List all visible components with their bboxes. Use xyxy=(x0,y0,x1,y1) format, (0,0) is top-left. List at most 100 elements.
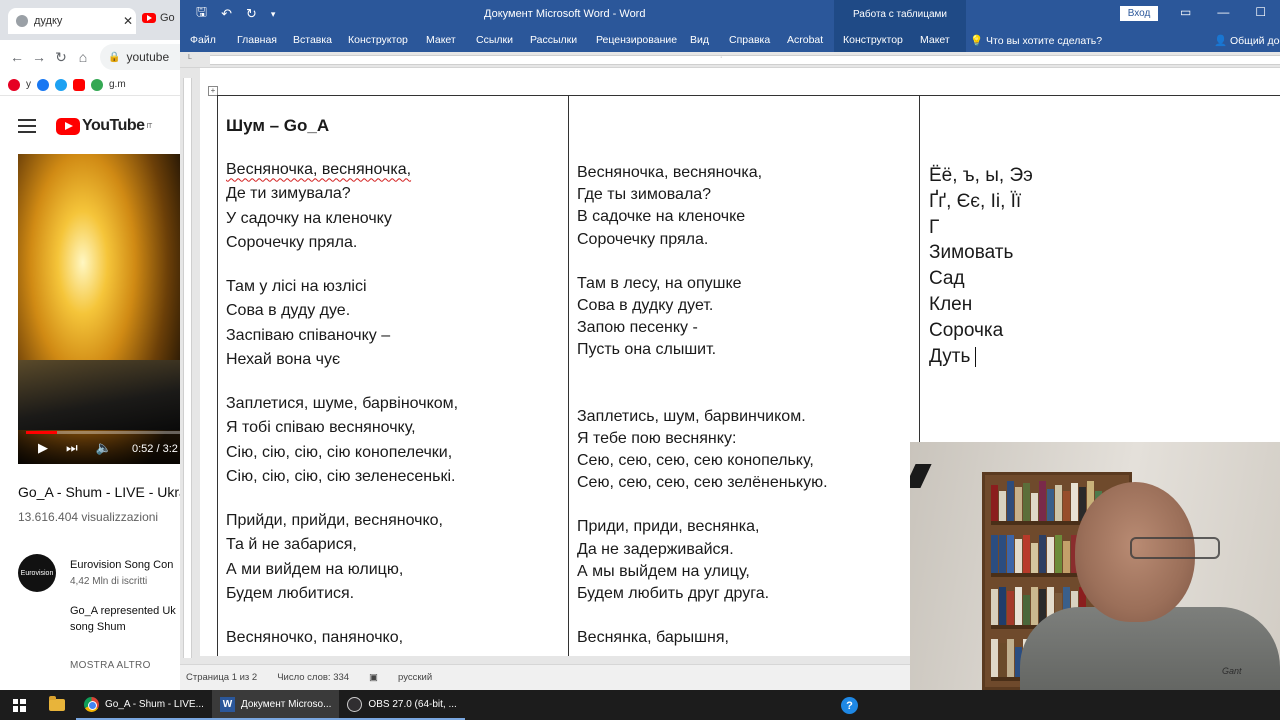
youtube-favicon-icon xyxy=(142,13,156,23)
save-icon[interactable]: 🖫 xyxy=(196,3,207,25)
ribbon-display-icon[interactable]: ▭ xyxy=(1180,5,1191,19)
lyrics-line: Веснянка, барышня, xyxy=(577,629,729,647)
page-count[interactable]: Страница 1 из 2 xyxy=(186,672,257,683)
lyrics-line: Заплетись, шум, барвинчиком. xyxy=(577,407,806,425)
video-progress-bar[interactable] xyxy=(26,431,180,434)
next-icon[interactable]: ⏭ xyxy=(66,440,78,456)
maximize-icon[interactable]: ☐ xyxy=(1255,5,1266,19)
start-button[interactable] xyxy=(0,690,38,720)
channel-name[interactable]: Eurovision Song Con xyxy=(70,559,173,571)
tab-help[interactable]: Справка xyxy=(729,34,770,46)
lyrics-line: А ми вийдем на юлицю, xyxy=(226,560,404,578)
table-cell-notes[interactable]: Ёё, ъ, ы, Ээ Ґґ, Єє, Іі, Її Г Зимовать С… xyxy=(929,163,1033,369)
tab-review[interactable]: Рецензирование xyxy=(596,34,677,46)
bookmark-label[interactable]: у xyxy=(26,79,31,90)
lyrics-line: Я тебе пою веснянку: xyxy=(577,429,737,447)
tab-acrobat[interactable]: Acrobat xyxy=(787,34,823,46)
volume-icon[interactable]: 🔈 xyxy=(96,440,112,456)
tab-home[interactable]: Главная xyxy=(237,34,277,46)
menu-icon[interactable] xyxy=(18,119,36,133)
tab-references[interactable]: Ссылки xyxy=(476,34,513,46)
notes-line: Сад xyxy=(929,268,965,290)
help-icon[interactable]: ? xyxy=(841,697,858,714)
notes-line: Зимовать xyxy=(929,242,1014,264)
notes-line: Дуть xyxy=(929,344,1033,370)
minimize-icon[interactable]: — xyxy=(1217,5,1229,19)
tab-design[interactable]: Конструктор xyxy=(348,34,408,46)
youtube-bookmark-icon[interactable] xyxy=(73,78,85,91)
login-button[interactable]: Вход xyxy=(1120,6,1158,21)
shirt-logo: Gant xyxy=(1222,666,1242,676)
youtube-logo[interactable]: YouTube IT xyxy=(56,117,152,135)
taskbar-obs[interactable]: OBS 27.0 (64-bit, ... xyxy=(339,690,465,720)
tab-file[interactable]: Файл xyxy=(190,34,216,46)
lyrics-line: Будем любитися. xyxy=(226,585,355,602)
taskbar-chrome[interactable]: Go_A - Shum - LIVE... xyxy=(76,690,212,720)
tab-insert[interactable]: Вставка xyxy=(293,34,332,46)
channel-avatar[interactable]: Eurovision xyxy=(18,554,56,592)
lightbulb-icon: 💡 xyxy=(970,35,984,47)
tab-table-layout[interactable]: Макет xyxy=(920,34,950,46)
tab-view[interactable]: Вид xyxy=(690,34,709,46)
taskbar-obs-label: OBS 27.0 (64-bit, ... xyxy=(368,698,457,710)
lyrics-line: Нехай вона чує xyxy=(226,351,341,368)
pinterest-bookmark-icon[interactable] xyxy=(8,78,20,91)
tab-layout[interactable]: Макет xyxy=(426,34,456,46)
browser-tab-search[interactable]: дудку ✕ xyxy=(8,8,136,34)
play-icon[interactable]: ▶ xyxy=(38,440,48,456)
video-time: 0:52 / 3:2 xyxy=(132,443,178,455)
home-icon[interactable]: ⌂ xyxy=(72,49,94,65)
undo-icon[interactable]: ↶ xyxy=(221,6,232,22)
word-count[interactable]: Число слов: 334 xyxy=(277,672,349,683)
table-cell-russian[interactable]: Весняночка, весняночка, Где ты зимовала?… xyxy=(577,162,828,649)
show-more-button[interactable]: MOSTRA ALTRO xyxy=(70,660,151,671)
lyrics-line: Там у лісі на юзлісі xyxy=(226,277,367,295)
browser-tab-label: Go xyxy=(160,12,175,24)
lyrics-line: У садочку на кленочку xyxy=(226,209,392,227)
tab-mailings[interactable]: Рассылки xyxy=(530,34,577,46)
twitter-bookmark-icon[interactable] xyxy=(55,78,67,91)
lyrics-line: Я тобі співаю весняночку, xyxy=(226,419,416,436)
tell-me-box[interactable]: 💡 Что вы хотите сделать? xyxy=(970,34,1102,47)
lyrics-line: Да не задерживайся. xyxy=(577,540,734,558)
language[interactable]: русский xyxy=(398,672,432,683)
maps-bookmark-icon[interactable] xyxy=(91,78,103,91)
table-tools-group-label: Работа с таблицами xyxy=(834,0,966,28)
youtube-play-logo-icon xyxy=(56,117,80,135)
vertical-ruler[interactable] xyxy=(180,68,194,664)
taskbar-word[interactable]: W Документ Microso... xyxy=(211,690,340,720)
file-explorer-button[interactable] xyxy=(38,690,76,720)
lyrics-line: Будем любить друг друга. xyxy=(577,585,770,603)
share-button[interactable]: 👤 Общий дос xyxy=(1214,34,1280,47)
window-controls: ▭ — ☐ xyxy=(1180,5,1266,19)
horizontal-ruler[interactable]: L · xyxy=(180,52,1280,68)
lyrics-line: А мы выйдем на улицу, xyxy=(577,562,750,580)
bookmarks-bar: у g.m xyxy=(0,74,180,96)
glasses xyxy=(1130,537,1220,559)
address-bar[interactable]: 🔒 youtube xyxy=(100,44,180,70)
text-cursor xyxy=(975,346,977,367)
reload-icon[interactable]: ↻ xyxy=(50,49,72,66)
address-text: youtube xyxy=(126,50,170,64)
customize-qat-icon[interactable]: ▾ xyxy=(271,9,276,20)
tab-table-design[interactable]: Конструктор xyxy=(843,34,903,46)
lyrics-line: Заплетися, шуме, барвіночком, xyxy=(226,394,459,412)
close-tab-icon[interactable]: ✕ xyxy=(120,14,136,28)
table-cell-ukrainian[interactable]: Шум – Go_A Весняночка, весняночка, Де ти… xyxy=(226,114,458,650)
video-player[interactable]: ▶ ⏭ 🔈 0:52 / 3:2 xyxy=(18,154,180,464)
redo-icon[interactable]: ↻ xyxy=(246,6,257,22)
word-icon: W xyxy=(219,696,235,712)
browser-tab-youtube[interactable]: Go xyxy=(142,12,175,24)
bookmark-label[interactable]: g.m xyxy=(109,79,126,90)
forward-arrow-icon[interactable]: → xyxy=(28,49,50,65)
video-views: 13.616.404 visualizzazioni xyxy=(18,510,159,524)
lyrics-line: Сію, сію, сію, сію зеленесенькі. xyxy=(226,468,456,485)
windows-logo-icon xyxy=(12,698,26,712)
proofing-icon[interactable]: ▣ xyxy=(369,672,378,683)
lyrics-line: Приди, приди, веснянка, xyxy=(577,518,760,536)
lyrics-line: Заспіваю співаночку – xyxy=(226,326,391,344)
back-arrow-icon[interactable]: ← xyxy=(6,49,28,65)
facebook-bookmark-icon[interactable] xyxy=(37,78,49,91)
ribbon-tabs: Файл Главная Вставка Конструктор Макет С… xyxy=(180,28,1280,52)
quick-access-toolbar: 🖫 ↶ ↻ ▾ xyxy=(180,3,275,25)
